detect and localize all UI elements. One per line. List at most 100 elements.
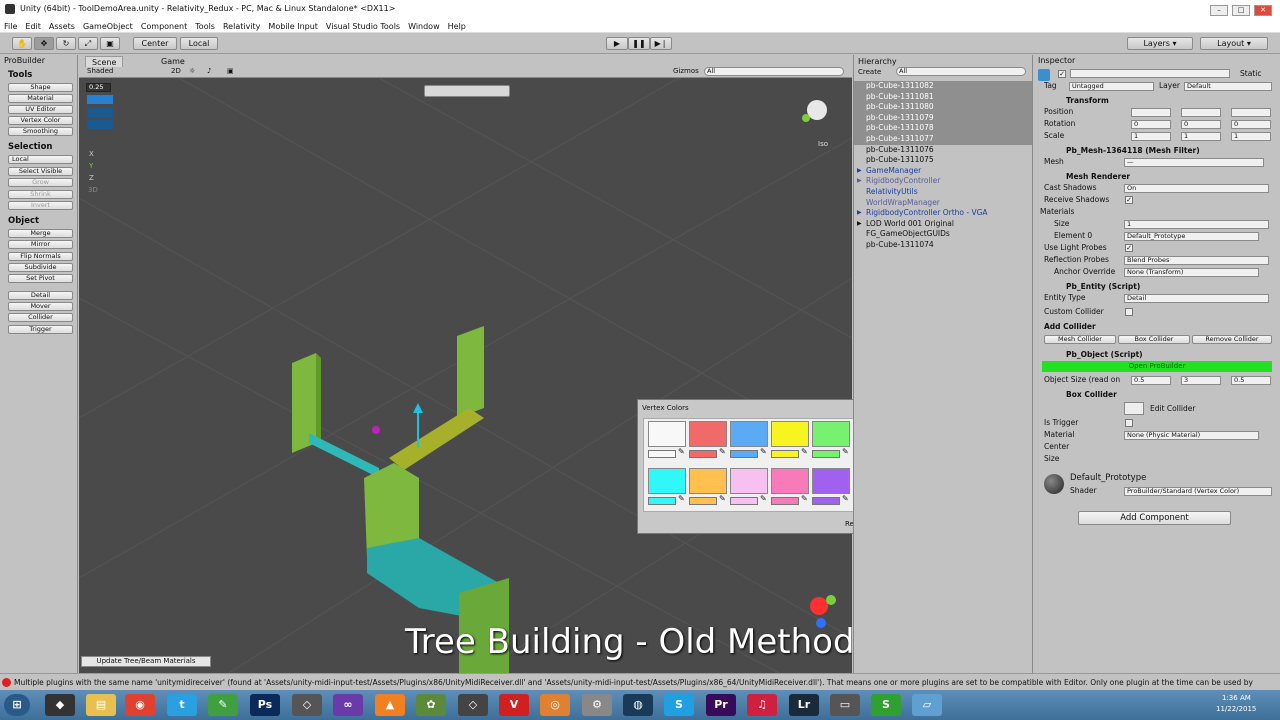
object-size-y[interactable]: 3 <box>1181 376 1221 385</box>
menu-mobile-input[interactable]: Mobile Input <box>264 20 322 33</box>
paint-icon[interactable]: ▱ <box>912 694 942 716</box>
menu-relativity[interactable]: Relativity <box>219 20 264 33</box>
clock-date[interactable]: 11/22/2015 <box>1216 705 1256 713</box>
lighting-icon[interactable]: ☼ <box>189 67 195 75</box>
scale-z[interactable]: 1 <box>1231 132 1271 141</box>
blender-icon[interactable]: ◎ <box>540 694 570 716</box>
hierarchy-item[interactable]: ▶ RigidbodyController <box>854 176 1032 187</box>
position-y[interactable] <box>1181 108 1221 117</box>
foldout-arrow-icon[interactable]: ▶ <box>857 176 862 187</box>
materials-size-field[interactable]: 1 <box>1124 220 1269 229</box>
inspector-tab[interactable]: Inspector <box>1038 56 1075 65</box>
premiere-icon[interactable]: Pr <box>706 694 736 716</box>
step-icon[interactable]: ▶❘ <box>650 37 672 50</box>
detail-button[interactable]: Detail <box>8 291 73 300</box>
menu-component[interactable]: Component <box>137 20 191 33</box>
scale-y[interactable]: 1 <box>1181 132 1221 141</box>
close-button[interactable]: ✕ <box>1254 5 1272 16</box>
eyedropper-icon[interactable]: ✎ <box>842 494 849 503</box>
axis-z-toggle[interactable]: Z <box>89 174 94 182</box>
collider-button[interactable]: Collider <box>8 313 73 322</box>
custom-collider-checkbox[interactable] <box>1125 308 1133 316</box>
position-z[interactable] <box>1231 108 1271 117</box>
gizmos-dropdown[interactable]: Gizmos <box>673 67 699 75</box>
light-probes-checkbox[interactable]: ✓ <box>1125 244 1133 252</box>
layer-dropdown[interactable]: Default <box>1184 82 1272 91</box>
twitter-icon[interactable]: t <box>167 694 197 716</box>
color-swatch-button[interactable] <box>812 468 850 494</box>
shape-button[interactable]: Shape <box>8 83 73 92</box>
smoothing-button[interactable]: Smoothing <box>8 127 73 136</box>
steam-icon[interactable]: ◍ <box>623 694 653 716</box>
physic-material-field[interactable]: None (Physic Material) <box>1124 431 1259 440</box>
menu-assets[interactable]: Assets <box>45 20 79 33</box>
hierarchy-item[interactable]: pb-Cube-1311082 <box>854 81 1032 92</box>
subdivide-button[interactable]: Subdivide <box>8 263 73 272</box>
spreadsheet-icon[interactable]: S <box>871 694 901 716</box>
hierarchy-item[interactable]: pb-Cube-1311074 <box>854 240 1032 251</box>
explorer-icon[interactable]: ▤ <box>86 694 116 716</box>
color-swatch-button[interactable] <box>812 421 850 447</box>
menu-file[interactable]: File <box>0 20 21 33</box>
mirror-button[interactable]: Mirror <box>8 240 73 249</box>
unity-editor-icon[interactable]: ◇ <box>458 694 488 716</box>
effects-icon[interactable]: ▣ <box>227 67 234 75</box>
hierarchy-search-input[interactable]: All <box>896 67 1026 76</box>
mesh-field[interactable]: — <box>1124 158 1264 167</box>
move-tool-icon[interactable]: ✥ <box>34 37 54 50</box>
menu-window[interactable]: Window <box>404 20 444 33</box>
3d-toggle[interactable]: 3D <box>88 186 98 194</box>
receive-shadows-checkbox[interactable]: ✓ <box>1125 196 1133 204</box>
probuilder-tab[interactable]: ProBuilder <box>4 56 45 65</box>
shader-dropdown[interactable]: ProBuilder/Standard (Vertex Color) <box>1124 487 1272 496</box>
color-swatch-button[interactable] <box>730 421 768 447</box>
play-icon[interactable]: ▶ <box>606 37 628 50</box>
edit-collider-icon[interactable] <box>1124 402 1144 415</box>
scale-tool-icon[interactable]: ⤢ <box>78 37 98 50</box>
eyedropper-icon[interactable]: ✎ <box>842 447 849 456</box>
color-field[interactable] <box>689 497 717 505</box>
mesh-renderer-header[interactable]: Mesh Renderer <box>1066 171 1130 182</box>
vlc-icon[interactable]: ▲ <box>375 694 405 716</box>
chrome-icon[interactable]: ◉ <box>125 694 155 716</box>
eyedropper-icon[interactable]: ✎ <box>801 494 808 503</box>
tab-game[interactable]: Game <box>155 56 191 67</box>
hierarchy-item[interactable]: pb-Cube-1311081 <box>854 91 1032 103</box>
foldout-arrow-icon[interactable]: ▶ <box>857 208 862 219</box>
settings-icon[interactable]: ⚙ <box>582 694 612 716</box>
eyedropper-icon[interactable]: ✎ <box>801 447 808 456</box>
menu-help[interactable]: Help <box>444 20 470 33</box>
minimize-button[interactable]: – <box>1210 5 1228 16</box>
eyedropper-icon[interactable]: ✎ <box>760 447 767 456</box>
hierarchy-item[interactable]: pb-Cube-1311078 <box>854 123 1032 134</box>
flip-normals-button[interactable]: Flip Normals <box>8 252 73 261</box>
snap-value[interactable]: 0.25 <box>86 83 111 92</box>
scene-search-input[interactable]: All <box>704 67 844 76</box>
clock-time[interactable]: 1:36 AM <box>1222 694 1251 702</box>
lock-icon[interactable] <box>87 120 113 129</box>
hierarchy-item[interactable]: pb-Cube-1311076 <box>854 145 1032 156</box>
box-collider-button[interactable]: Box Collider <box>1118 335 1190 344</box>
unity-taskbar-icon[interactable]: ◆ <box>45 694 75 716</box>
start-icon[interactable]: ⊞ <box>4 694 30 716</box>
entity-type-dropdown[interactable]: Detail <box>1124 294 1269 303</box>
color-field[interactable] <box>771 497 799 505</box>
object-name-field[interactable] <box>1070 69 1230 78</box>
hierarchy-tab[interactable]: Hierarchy <box>858 57 897 66</box>
color-field[interactable] <box>812 497 840 505</box>
color-field[interactable] <box>730 497 758 505</box>
maximize-button[interactable]: □ <box>1232 5 1250 16</box>
layers-dropdown[interactable]: Layers ▾ <box>1127 37 1193 50</box>
materials-foldout[interactable]: Materials <box>1040 206 1074 217</box>
ortho-toggle-icon[interactable] <box>87 108 113 117</box>
pivot-local-button[interactable]: Local <box>180 37 218 50</box>
local-dropdown[interactable]: Local <box>8 155 73 164</box>
hierarchy-item[interactable]: pb-Cube-1311079 <box>854 112 1032 124</box>
transform-header[interactable]: Transform <box>1066 95 1109 106</box>
terminal-icon[interactable]: ▭ <box>830 694 860 716</box>
photoshop-icon[interactable]: Ps <box>250 694 280 716</box>
foldout-arrow-icon[interactable]: ▶ <box>857 219 862 230</box>
grow-button[interactable]: Grow <box>8 178 73 187</box>
uv-editor-button[interactable]: UV Editor <box>8 105 73 114</box>
probuilder-mode-toolbar[interactable] <box>424 85 510 97</box>
